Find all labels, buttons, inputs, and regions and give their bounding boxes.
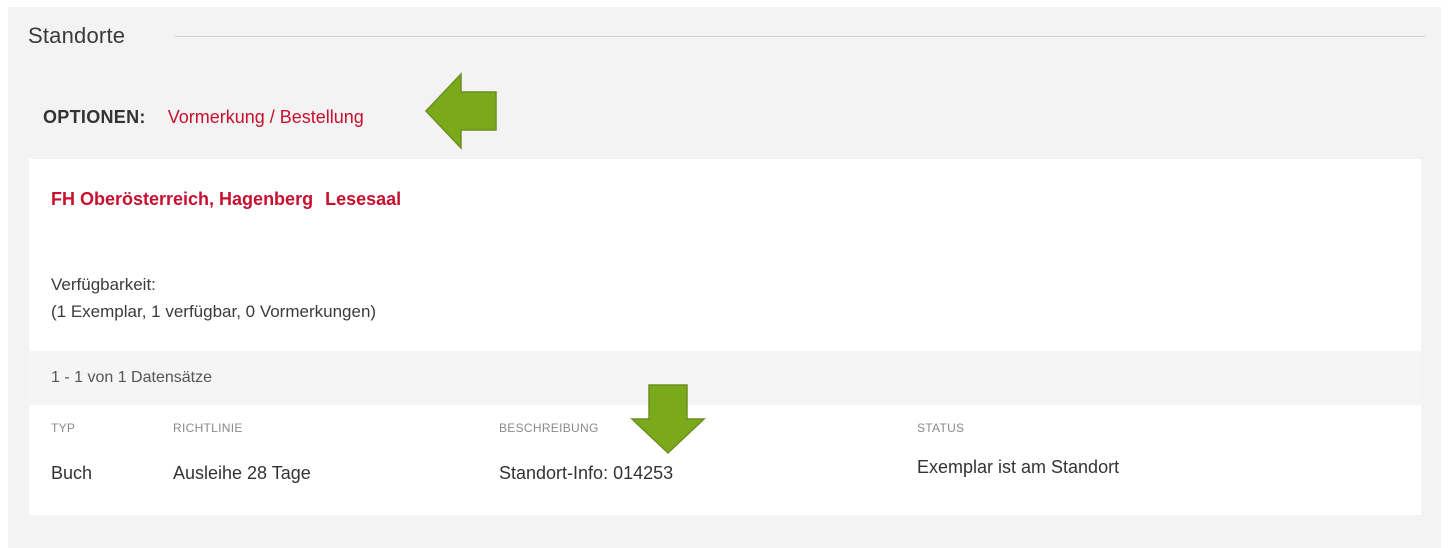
title-divider xyxy=(175,36,1425,37)
availability-summary: (1 Exemplar, 1 verfügbar, 0 Vormerkungen… xyxy=(51,302,377,321)
reserve-order-link[interactable]: Vormerkung / Bestellung xyxy=(168,107,364,128)
cell-beschreibung: Standort-Info: 014253 xyxy=(499,463,674,483)
cell-status: Exemplar ist am Standort xyxy=(917,457,1120,477)
standorte-panel: Standorte OPTIONEN: Vormerkung / Bestell… xyxy=(8,7,1441,548)
header-typ: TYP xyxy=(51,421,76,435)
room-name-link[interactable]: Lesesaal xyxy=(325,189,401,210)
holding-card: FH Oberösterreich, Hagenberg Lesesaal Ve… xyxy=(29,159,1421,515)
cell-typ: Buch xyxy=(51,463,93,483)
options-label: OPTIONEN: xyxy=(43,107,146,127)
availability-block: Verfügbarkeit: (1 Exemplar, 1 verfügbar,… xyxy=(51,271,376,325)
arrow-left-annotation-icon xyxy=(424,72,497,150)
section-title: Standorte xyxy=(28,23,126,48)
records-count: 1 - 1 von 1 Datensätze xyxy=(51,369,212,386)
cell-richtlinie: Ausleihe 28 Tage xyxy=(173,463,311,483)
header-beschreibung: BESCHREIBUNG xyxy=(499,421,599,435)
options-row: OPTIONEN: Vormerkung / Bestellung xyxy=(43,107,364,128)
header-status: STATUS xyxy=(917,421,965,435)
location-heading: FH Oberösterreich, Hagenberg Lesesaal xyxy=(51,189,401,210)
arrow-down-annotation-icon xyxy=(630,384,706,455)
records-bar: 1 - 1 von 1 Datensätze xyxy=(29,351,1421,405)
availability-label: Verfügbarkeit: xyxy=(51,275,156,294)
header-richtlinie: RICHTLINIE xyxy=(173,421,243,435)
library-name-link[interactable]: FH Oberösterreich, Hagenberg xyxy=(51,189,313,210)
